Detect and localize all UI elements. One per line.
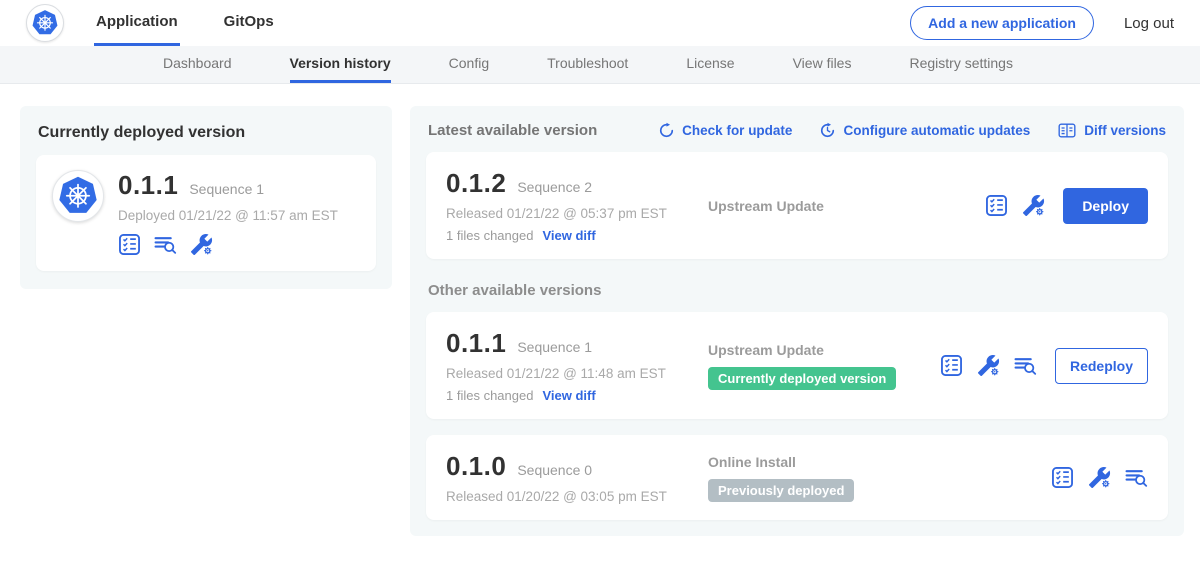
released-timestamp: Released 01/21/22 @ 05:37 pm EST [446,206,708,221]
tab-license[interactable]: License [686,45,734,83]
action-link-label: Check for update [682,123,792,138]
version-number: 0.1.1 [446,328,506,359]
view-diff-link[interactable]: View diff [542,228,595,243]
diff-versions-icon [1057,122,1077,139]
latest-available-title: Latest available version [428,122,597,139]
version-row-0-1-1: 0.1.1 Sequence 1 Released 01/21/22 @ 11:… [426,312,1168,419]
tab-version-history[interactable]: Version history [290,45,391,83]
current-sequence-label: Sequence 1 [189,181,264,197]
edit-config-icon[interactable] [190,233,213,256]
tab-registry-settings[interactable]: Registry settings [909,45,1012,83]
header-tab-label: Application [96,13,178,30]
check-for-update-link[interactable]: Check for update [658,122,792,139]
released-timestamp: Released 01/20/22 @ 03:05 pm EST [446,489,708,504]
edit-config-icon[interactable] [977,354,1000,377]
view-diff-link[interactable]: View diff [542,388,595,403]
view-logs-icon[interactable] [154,233,177,256]
add-new-application-button[interactable]: Add a new application [910,6,1094,40]
version-source-label: Upstream Update [708,342,940,358]
version-number: 0.1.2 [446,168,506,199]
view-logs-icon[interactable] [1125,466,1148,489]
version-source-label: Upstream Update [708,198,985,214]
header-tab-application[interactable]: Application [94,0,180,46]
action-link-label: Diff versions [1084,123,1166,138]
view-logs-icon[interactable] [1014,354,1037,377]
app-header: Application GitOps Add a new application… [0,0,1200,46]
redeploy-button[interactable]: Redeploy [1055,348,1148,384]
preflight-checks-icon[interactable] [118,233,141,256]
preflight-checks-icon[interactable] [985,194,1008,217]
sequence-label: Sequence 0 [517,462,592,478]
configure-automatic-updates-link[interactable]: Configure automatic updates [819,122,1030,139]
previously-deployed-badge: Previously deployed [708,479,854,502]
main-content: Currently deployed version 0.1.1 Sequenc… [0,84,1200,536]
other-available-title: Other available versions [428,282,1166,299]
preflight-checks-icon[interactable] [1051,466,1074,489]
deploy-button[interactable]: Deploy [1063,188,1148,224]
files-changed-label: 1 files changed [446,388,533,403]
kubernetes-app-icon [52,170,104,222]
app-subnav: Dashboard Version history Config Trouble… [0,46,1200,84]
diff-versions-link[interactable]: Diff versions [1057,122,1166,139]
currently-deployed-title: Currently deployed version [38,124,374,142]
sequence-label: Sequence 2 [517,179,592,195]
edit-config-icon[interactable] [1022,194,1045,217]
refresh-icon [658,122,675,139]
files-changed-label: 1 files changed [446,228,533,243]
currently-deployed-card: 0.1.1 Sequence 1 Deployed 01/21/22 @ 11:… [36,155,376,271]
released-timestamp: Released 01/21/22 @ 11:48 am EST [446,366,708,381]
version-source-label: Online Install [708,454,1051,470]
version-number: 0.1.0 [446,451,506,482]
edit-config-icon[interactable] [1088,466,1111,489]
tab-view-files[interactable]: View files [793,45,852,83]
auto-update-clock-icon [819,122,836,139]
currently-deployed-badge: Currently deployed version [708,367,896,390]
available-versions-panel: Latest available version Check for updat… [410,106,1184,536]
tab-troubleshoot[interactable]: Troubleshoot [547,45,628,83]
header-tab-label: GitOps [224,13,274,30]
preflight-checks-icon[interactable] [940,354,963,377]
logout-button[interactable]: Log out [1124,15,1174,32]
deployed-timestamp: Deployed 01/21/22 @ 11:57 am EST [118,208,338,223]
header-tab-gitops[interactable]: GitOps [222,0,276,46]
sequence-label: Sequence 1 [517,339,592,355]
action-link-label: Configure automatic updates [843,123,1030,138]
tab-config[interactable]: Config [449,45,489,83]
currently-deployed-panel: Currently deployed version 0.1.1 Sequenc… [20,106,392,289]
version-row-0-1-2: 0.1.2 Sequence 2 Released 01/21/22 @ 05:… [426,152,1168,259]
tab-dashboard[interactable]: Dashboard [163,45,232,83]
version-row-0-1-0: 0.1.0 Sequence 0 Released 01/20/22 @ 03:… [426,435,1168,520]
kubernetes-logo-icon [26,4,64,42]
current-version-number: 0.1.1 [118,170,178,201]
